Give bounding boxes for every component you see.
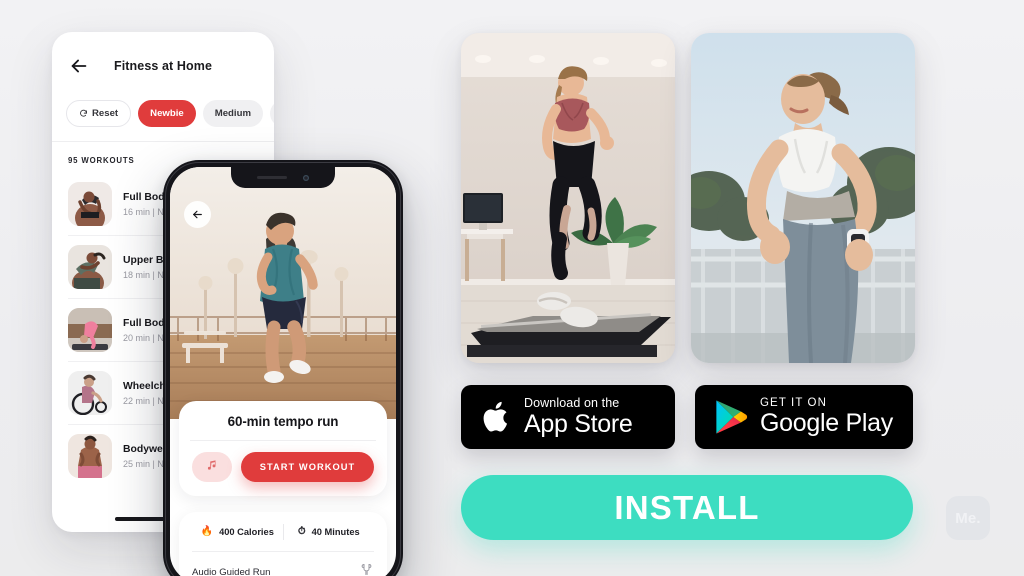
chip-newbie[interactable]: Newbie — [138, 100, 196, 127]
photo-treadmill — [461, 33, 675, 363]
difficulty-filter-chips: Reset Newbie Medium Advance — [52, 100, 274, 141]
stat-duration-label: 40 Minutes — [311, 527, 360, 537]
back-arrow-icon[interactable] — [68, 55, 90, 77]
watermark-label: Me. — [955, 509, 981, 527]
workout-title: 60-min tempo run — [227, 414, 339, 429]
app-store-small-label: Download on the — [524, 396, 620, 411]
audio-guided-row[interactable]: Audio Guided Run — [192, 562, 374, 576]
back-arrow-icon[interactable] — [184, 201, 211, 228]
google-play-small-label: GET IT ON — [760, 396, 827, 409]
app-store-big-label: App Store — [524, 409, 633, 438]
stat-duration: ⏱ 40 Minutes — [284, 526, 375, 538]
workout-action-card: 60-min tempo run START WORKOUT — [179, 401, 387, 496]
stats-row: 🔥 400 Calories ⏱ 40 Minutes — [192, 524, 374, 540]
phone-notch — [231, 167, 335, 188]
google-play-badge[interactable]: GET IT ON Google Play — [695, 385, 913, 449]
stat-calories: 🔥 400 Calories — [192, 526, 283, 538]
workout-thumbnail — [68, 245, 112, 289]
google-play-triangle-icon — [713, 398, 749, 436]
install-button[interactable]: INSTALL — [461, 475, 913, 540]
phone-mockup: 60-min tempo run START WORKOUT 🔥 400 Cal… — [163, 160, 403, 576]
workout-thumbnail — [68, 371, 112, 415]
workout-thumbnail — [68, 434, 112, 478]
card-divider — [192, 551, 374, 552]
reset-icon — [79, 109, 88, 118]
card-divider — [190, 440, 376, 441]
tablet-header: Fitness at Home — [52, 32, 274, 100]
google-play-big-label: Google Play — [760, 409, 893, 438]
flame-icon: 🔥 — [200, 526, 214, 537]
app-store-badge[interactable]: Download on the App Store — [461, 385, 675, 449]
chip-reset-label: Reset — [92, 108, 119, 119]
workout-thumbnail — [68, 308, 112, 352]
start-workout-button[interactable]: START WORKOUT — [241, 452, 374, 482]
app-store-text: Download on the App Store — [524, 396, 633, 438]
chip-medium[interactable]: Medium — [202, 100, 263, 127]
google-play-text: GET IT ON Google Play — [760, 396, 893, 438]
cta-row: START WORKOUT — [192, 452, 374, 482]
chip-advance[interactable]: Advance — [269, 100, 274, 127]
front-camera-icon — [303, 174, 309, 181]
music-button[interactable] — [192, 452, 232, 482]
phone-screen: 60-min tempo run START WORKOUT 🔥 400 Cal… — [170, 167, 396, 576]
music-note-icon — [205, 458, 219, 477]
chip-newbie-label: Newbie — [150, 108, 184, 119]
audio-guided-label: Audio Guided Run — [192, 566, 271, 576]
photo-outdoor — [691, 33, 915, 363]
apple-logo-icon — [479, 397, 513, 437]
speaker-icon — [257, 175, 287, 180]
workout-thumbnail — [68, 182, 112, 226]
stopwatch-icon: ⏱ — [297, 526, 306, 537]
chip-reset[interactable]: Reset — [66, 100, 132, 127]
ad-creative-stage: Fitness at Home Reset Newbie Medium Adva… — [0, 0, 1024, 576]
stat-calories-label: 400 Calories — [219, 527, 274, 537]
watermark-logo: Me. — [946, 496, 990, 540]
earbuds-icon — [359, 562, 374, 576]
start-workout-label: START WORKOUT — [259, 462, 356, 472]
workout-stats-card: 🔥 400 Calories ⏱ 40 Minutes Audio Guided… — [179, 512, 387, 576]
chip-medium-label: Medium — [214, 108, 251, 119]
install-button-label: INSTALL — [614, 488, 760, 526]
